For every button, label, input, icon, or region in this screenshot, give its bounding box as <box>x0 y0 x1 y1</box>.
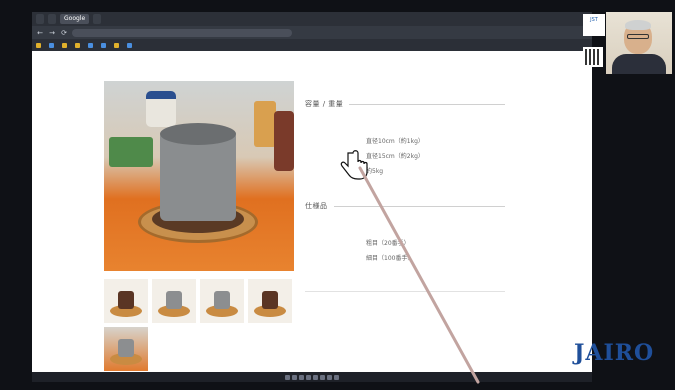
jairo-logo: JAIRO <box>574 340 655 366</box>
laser-pointer-stroke <box>358 166 480 384</box>
jst-logo: JST <box>583 14 605 36</box>
qr-code <box>583 47 603 67</box>
speaker-video <box>606 12 672 74</box>
